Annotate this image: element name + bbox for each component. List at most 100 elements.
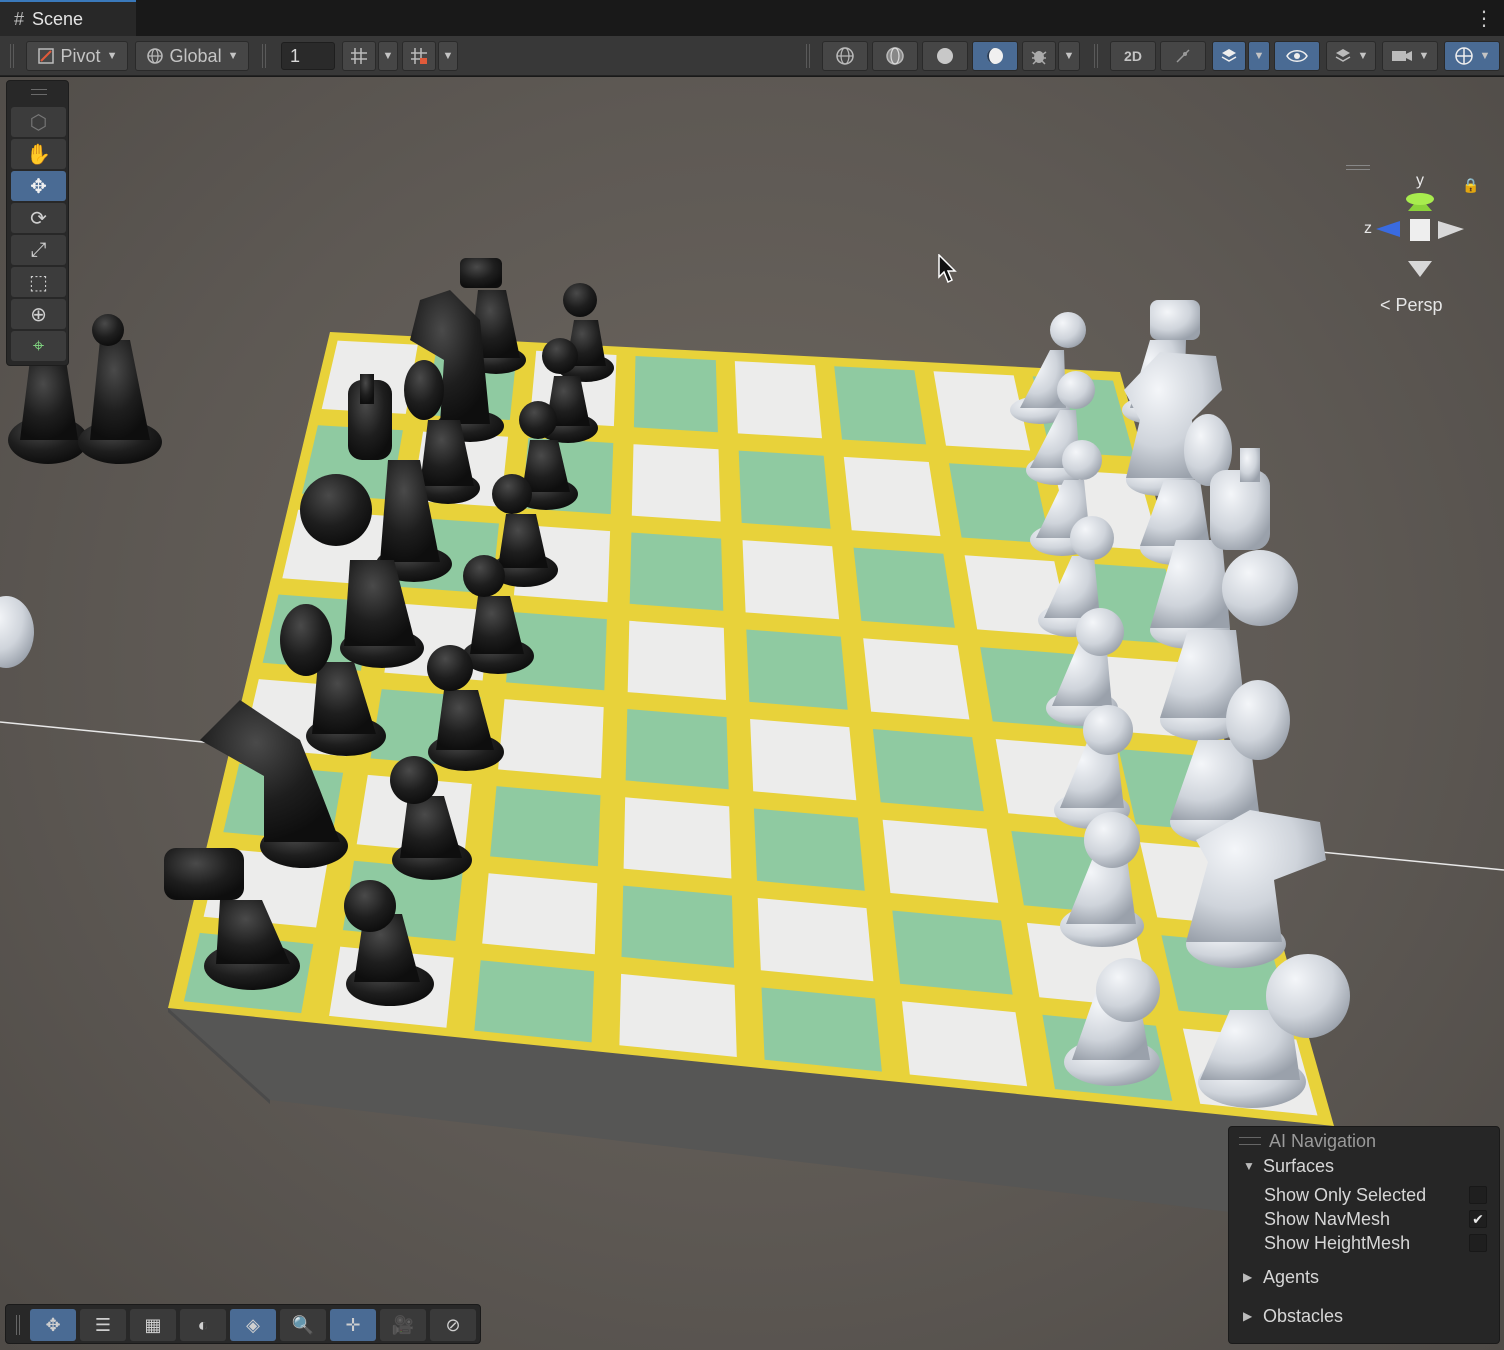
camera-overlay-toggle[interactable]: 🎥 [380,1309,426,1341]
mouse-cursor-icon [938,254,957,284]
shaded-wireframe-icon [886,47,904,65]
triangle-right-icon: ▶ [1243,1270,1253,1284]
shaded-button[interactable] [922,41,968,71]
global-dropdown[interactable]: Global ▼ [135,41,249,71]
obstacles-foldout[interactable]: ▶ Obstacles [1229,1304,1499,1328]
view-options-toggle[interactable]: ◈ [230,1309,276,1341]
show-only-selected-checkbox[interactable] [1469,1186,1487,1204]
gizmo-sphere-icon [1454,47,1473,65]
overlay-grip[interactable] [1239,1137,1261,1145]
grid-snapping-toggle[interactable]: ▦ [130,1309,176,1341]
scale-tool[interactable]: ⤢ [11,235,66,265]
board-square [490,786,601,867]
bug-icon [1031,51,1047,65]
checkmark-icon: ✔ [1472,1211,1484,1227]
orientation-toggle[interactable]: ✛ [330,1309,376,1341]
tools-overlay-toggle[interactable]: ✥ [30,1309,76,1341]
show-heightmesh-checkbox[interactable] [1469,1234,1487,1252]
move-icon: ✥ [45,1314,61,1335]
increment-snap-button[interactable] [402,41,436,71]
pivot-icon [37,48,54,64]
move-tool[interactable]: ✥ [11,171,66,201]
shaded-wireframe-button[interactable] [872,41,918,71]
overlay-title: AI Navigation [1269,1131,1377,1151]
view-cube-tool[interactable]: ⬡ [11,107,66,137]
board-square [498,699,604,779]
draw-modes-toggle[interactable]: ◐ [180,1309,226,1341]
grid-snap-button[interactable] [342,41,376,71]
globe-icon [146,48,163,64]
board-square [619,973,737,1057]
board-square [738,450,831,529]
board-square [902,1001,1028,1087]
hand-tool[interactable]: ✋ [11,139,66,169]
bottom-toolbar-grip[interactable] [16,1315,20,1335]
board-square [734,361,822,439]
board-square [746,629,848,710]
board-square [474,960,595,1043]
persp-label: Persp [1395,295,1443,315]
lighting-toggle-button[interactable] [1160,41,1206,71]
layers-stack-icon [1221,49,1237,62]
navigation-toggle[interactable]: ⊘ [430,1309,476,1341]
tab-scene-label: Scene [32,8,84,29]
surfaces-foldout[interactable]: ▼ Surfaces [1229,1154,1499,1178]
custom-tool[interactable]: ⌖ [11,331,66,361]
compass-icon: ⊘ [445,1314,461,1335]
light-off-icon [1176,49,1190,63]
visibility-button[interactable] [1274,41,1320,71]
show-navmesh-checkbox[interactable]: ✔ [1469,1210,1487,1228]
lit-button[interactable] [972,41,1018,71]
transform-tool[interactable]: ⊕ [11,299,66,329]
board-square [882,819,999,903]
rotate-tool[interactable]: ⟳ [11,203,66,233]
show-navmesh-row[interactable]: Show NavMesh ✔ [1229,1207,1499,1231]
rect-tool[interactable]: ⬚ [11,267,66,297]
custom-tool-icon: ⌖ [32,334,45,357]
chevron-down-icon: ▼ [1418,50,1430,62]
grid-snap-icon [351,48,367,64]
gizmos-dropdown[interactable]: ▼ [1444,41,1500,71]
toolbar-grip[interactable] [10,44,14,68]
move-icon: ✥ [30,175,47,198]
effects-button[interactable] [1212,41,1246,71]
board-square [834,366,927,445]
global-label: Global [169,45,222,66]
camera-dropdown[interactable]: ▼ [1382,41,1438,71]
show-heightmesh-row[interactable]: Show HeightMesh [1229,1231,1499,1255]
axis-icon: ✛ [345,1314,361,1335]
increment-snap-dropdown[interactable]: ▼ [438,41,458,71]
toolbar-grip[interactable] [806,44,810,68]
2d-icon: 2D [1124,48,1142,64]
board-square [872,729,984,812]
effects-dropdown[interactable]: ▼ [1248,41,1270,71]
hand-icon: ✋ [26,143,51,166]
show-only-selected-row[interactable]: Show Only Selected [1229,1183,1499,1207]
grid-snap-dropdown[interactable]: ▼ [378,41,398,71]
board-square [623,797,732,879]
search-toggle[interactable]: 🔍 [280,1309,326,1341]
board-square [631,444,721,522]
2d-toggle-button[interactable]: 2D [1110,41,1156,71]
board-square [750,719,857,801]
camera-icon: 🎥 [391,1314,415,1335]
show-only-selected-label: Show Only Selected [1264,1184,1427,1205]
projection-toggle[interactable]: < Persp [1380,295,1443,316]
tab-scene[interactable]: # Scene [0,0,136,36]
toolbar-grip[interactable] [1094,44,1098,68]
wireframe-shading-button[interactable] [822,41,868,71]
debug-draw-dropdown[interactable]: ▼ [1058,41,1080,71]
layers-dropdown[interactable]: ▼ [1326,41,1376,71]
agents-foldout[interactable]: ▶ Agents [1229,1265,1499,1289]
layers-icon [1335,49,1350,62]
tools-overlay: ⬡ ✋ ✥ ⟳ ⤢ ⬚ ⊕ ⌖ [6,80,69,366]
tab-menu-icon[interactable]: ⋮ [1474,6,1494,30]
debug-draw-button[interactable] [1022,41,1056,71]
pivot-dropdown[interactable]: Pivot ▼ [26,41,128,71]
half-sphere-icon: ◐ [197,1314,209,1335]
increment-snap-icon [411,48,427,64]
toolbar-grip[interactable] [262,44,266,68]
tools-grip[interactable] [31,89,47,95]
grid-size-input[interactable]: 1 [281,42,335,70]
tool-settings-toggle[interactable]: ☰ [80,1309,126,1341]
